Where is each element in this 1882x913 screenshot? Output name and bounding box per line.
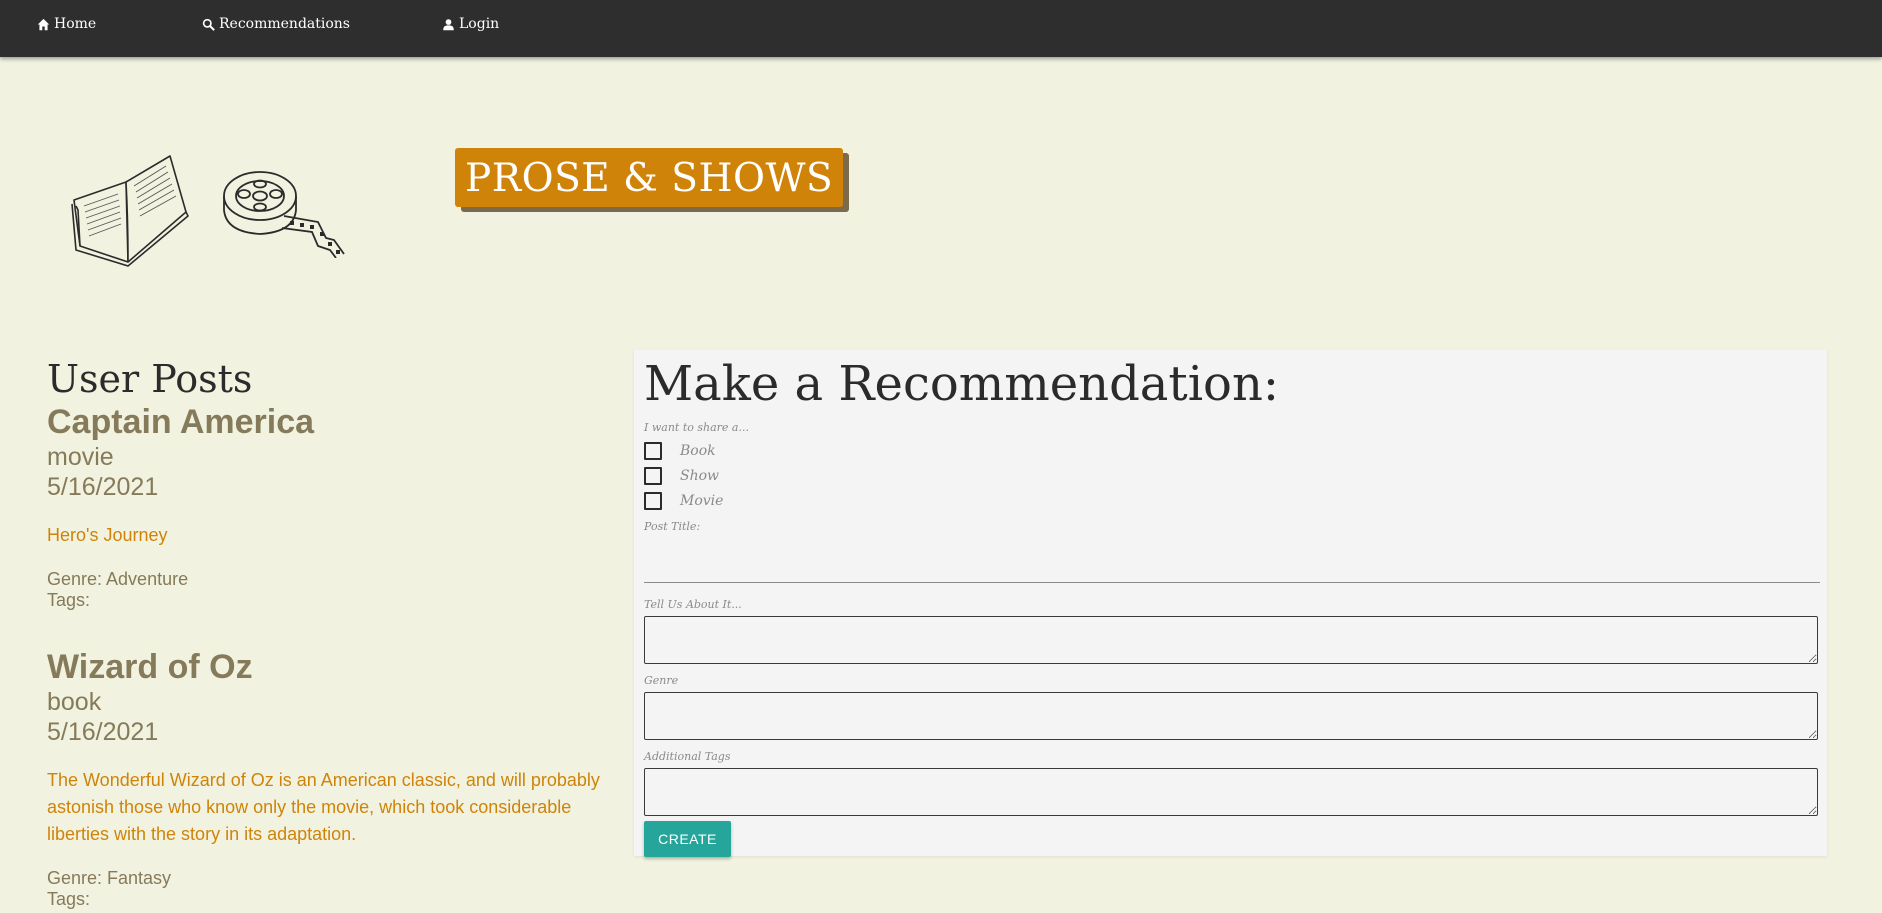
- checkbox-movie-box[interactable]: [644, 492, 662, 510]
- open-book-icon: [71, 155, 189, 267]
- checkbox-show-box[interactable]: [644, 467, 662, 485]
- checkbox-movie-label: Movie: [680, 493, 724, 509]
- form-heading: Make a Recommendation:: [644, 356, 1280, 412]
- post-genre: Genre: Fantasy: [47, 868, 172, 888]
- post-body: Hero's Journey: [47, 525, 168, 545]
- checkbox-show-label: Show: [680, 468, 720, 484]
- post-title: Wizard of Oz: [47, 648, 253, 686]
- checkbox-book-label: Book: [680, 443, 716, 459]
- post-tags: Tags:: [47, 889, 91, 909]
- checkbox-movie[interactable]: Movie: [644, 492, 723, 510]
- search-icon: [202, 18, 215, 31]
- create-button[interactable]: CREATE: [644, 821, 731, 857]
- post-title: Captain America: [47, 403, 315, 441]
- about-label: Tell Us About It...: [644, 598, 742, 611]
- post-card: Wizard of Oz book 5/16/2021 The Wonderfu…: [47, 647, 617, 910]
- nav-home-label: Home: [54, 16, 97, 32]
- about-textarea[interactable]: [644, 616, 1818, 664]
- post-date: 5/16/2021: [47, 718, 159, 746]
- post-date: 5/16/2021: [47, 473, 159, 501]
- top-navbar: Home Recommendations Login: [0, 0, 1882, 57]
- share-type-label: I want to share a...: [644, 421, 749, 434]
- nav-login-label: Login: [459, 16, 500, 32]
- user-posts-heading: User Posts: [47, 357, 253, 401]
- post-title-label: Post Title:: [644, 520, 701, 533]
- additional-tags-label: Additional Tags: [644, 750, 731, 763]
- genre-label: Genre: [644, 674, 679, 687]
- home-icon: [37, 18, 50, 30]
- nav-recommendations-link[interactable]: Recommendations: [202, 16, 350, 32]
- nav-login-link[interactable]: Login: [442, 16, 499, 32]
- user-icon: [443, 18, 454, 30]
- post-title-input[interactable]: [644, 540, 1820, 583]
- brand-title-badge: PROSE & SHOWS: [455, 148, 844, 207]
- post-genre: Genre: Adventure: [47, 569, 189, 589]
- film-reel-icon: [223, 171, 345, 258]
- genre-textarea[interactable]: [644, 692, 1818, 740]
- post-type: book: [47, 688, 102, 716]
- checkbox-book[interactable]: Book: [644, 442, 716, 460]
- post-body: The Wonderful Wizard of Oz is an America…: [47, 770, 600, 844]
- checkbox-book-box[interactable]: [644, 442, 662, 460]
- additional-tags-textarea[interactable]: [644, 768, 1818, 816]
- post-type: movie: [47, 443, 114, 471]
- post-tags: Tags:: [47, 590, 91, 610]
- recommendation-form: Make a Recommendation: I want to share a…: [634, 350, 1827, 857]
- post-card: Captain America movie 5/16/2021 Hero's J…: [47, 402, 617, 611]
- checkbox-show[interactable]: Show: [644, 467, 719, 485]
- nav-recommendations-label: Recommendations: [219, 16, 350, 32]
- user-posts-section: User Posts Captain America movie 5/16/20…: [47, 356, 617, 910]
- nav-home-link[interactable]: Home: [37, 16, 96, 32]
